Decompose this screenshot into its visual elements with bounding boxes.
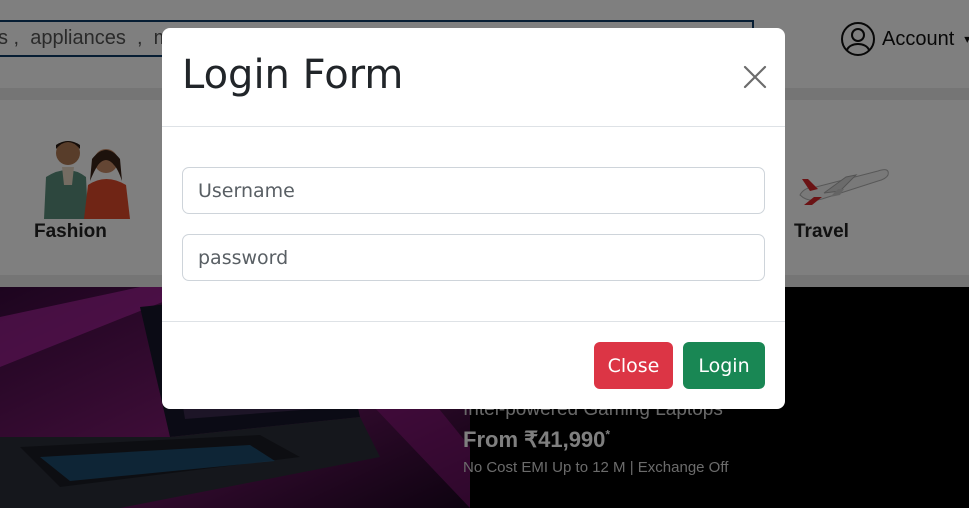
modal-body	[162, 127, 785, 321]
close-icon[interactable]	[742, 64, 768, 90]
modal-header: Login Form	[162, 28, 785, 127]
password-field[interactable]	[182, 234, 765, 281]
close-button[interactable]: Close	[594, 342, 673, 389]
username-field[interactable]	[182, 167, 765, 214]
modal-title: Login Form	[182, 52, 404, 98]
modal-footer: Close Login	[162, 321, 785, 409]
login-button[interactable]: Login	[683, 342, 765, 389]
login-modal: Login Form Close Login	[162, 28, 785, 409]
